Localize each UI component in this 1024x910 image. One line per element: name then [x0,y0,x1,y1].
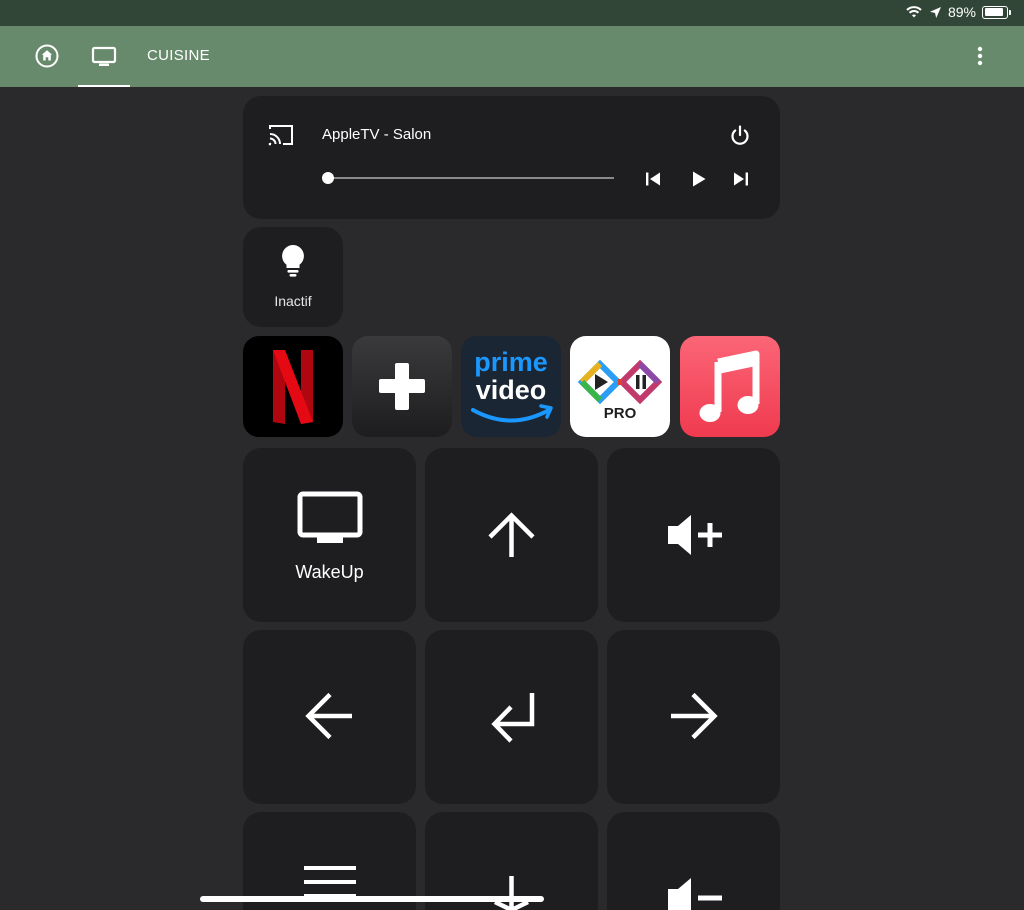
battery-icon [982,5,1011,19]
previous-track-button[interactable] [641,167,665,191]
infuse-logo: PRO [577,359,663,422]
wakeup-label: WakeUp [295,562,364,582]
app-toolbar: CUISINE [0,26,1024,87]
volume-down-button[interactable] [607,812,780,910]
app-infuse-pro[interactable]: PRO [570,336,670,437]
arrow-left-icon [305,692,352,740]
plus-icon [379,363,425,410]
arrow-up-icon [488,512,535,557]
light-toggle-tile[interactable]: Inactif [243,227,343,327]
prime-logo-line1: prime [474,347,548,377]
infuse-pro-badge: PRO [604,405,637,422]
seek-bar[interactable] [322,172,614,184]
active-tab-indicator [78,85,130,87]
status-indicators: 89% [905,4,1011,20]
location-arrow-icon [929,6,941,18]
wakeup-button[interactable]: WakeUp [243,448,416,622]
home-indicator[interactable] [200,896,544,902]
enter-return-icon [491,693,535,743]
more-vertical-icon [977,46,983,66]
media-player-card: AppleTV - Salon [243,96,780,219]
next-track-button[interactable] [729,167,753,191]
arrow-right-icon [671,692,718,740]
lightbulb-icon [282,245,304,277]
power-button[interactable] [727,123,753,149]
battery-level [984,8,1004,16]
netflix-logo [273,350,313,424]
volume-down-icon [668,878,722,910]
play-button[interactable] [686,167,710,191]
right-button[interactable] [607,630,780,804]
app-apple-music[interactable] [680,336,780,437]
tv-icon [297,491,363,543]
select-button[interactable] [425,630,598,804]
media-device-name: AppleTV - Salon [322,126,432,143]
volume-up-button[interactable] [607,448,780,622]
status-bar: 89% [0,0,1024,26]
up-button[interactable] [425,448,598,622]
view-title[interactable]: CUISINE [147,47,210,64]
volume-up-icon [668,515,722,555]
seek-bar-handle[interactable] [322,172,334,184]
overflow-menu-button[interactable] [968,44,992,68]
tv-icon [91,46,117,66]
app-prime-video[interactable]: prime video [461,336,561,437]
light-state-label: Inactif [274,293,312,309]
app-shortcut-plus[interactable] [352,336,452,437]
home-tab[interactable] [34,43,60,69]
wifi-icon [906,6,922,18]
app-netflix[interactable] [243,336,343,437]
battery-percentage: 89% [947,4,976,20]
home-icon [35,44,59,68]
music-note-icon [699,350,760,422]
prime-video-logo: prime video [471,347,553,423]
cast-icon[interactable] [267,123,295,147]
prime-logo-line2: video [476,375,547,405]
tv-tab[interactable] [78,26,130,87]
left-button[interactable] [243,630,416,804]
